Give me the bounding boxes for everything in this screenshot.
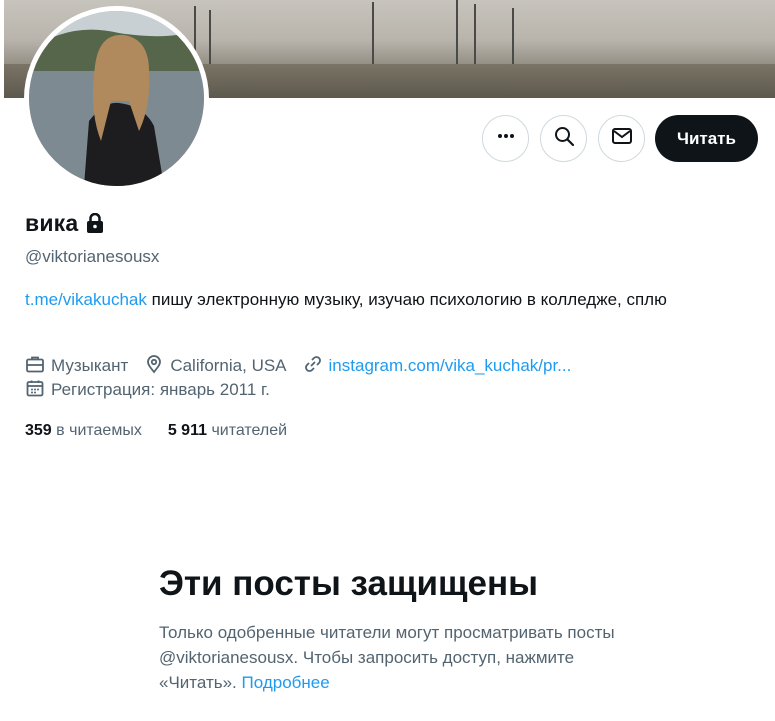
calendar-icon	[25, 378, 51, 403]
protected-text: Только одобренные читатели могут просмат…	[159, 620, 639, 695]
profile-name-row: вика	[25, 210, 104, 237]
protected-notice: Эти посты защищены Только одобренные чит…	[159, 562, 639, 695]
protected-title: Эти посты защищены	[159, 564, 539, 603]
followers-label: читателей	[211, 422, 288, 439]
more-horizontal-icon	[496, 126, 516, 151]
joined-text: Регистрация: январь 2011 г.	[51, 380, 270, 399]
location-text: California, USA	[170, 356, 287, 375]
lock-icon	[86, 213, 104, 234]
protected-description: Только одобренные читатели могут просмат…	[159, 623, 615, 692]
following-link[interactable]: 359 в читаемых	[25, 422, 142, 440]
envelope-icon	[611, 125, 633, 152]
joined-item: Регистрация: январь 2011 г.	[25, 378, 270, 403]
more-button[interactable]	[482, 115, 529, 162]
followers-link[interactable]: 5 911 читателей	[168, 422, 287, 440]
link-icon	[303, 354, 329, 379]
display-name: вика	[25, 210, 79, 236]
profile-meta: Музыкант California, USA instagram.com/v…	[25, 354, 587, 402]
message-button[interactable]	[598, 115, 645, 162]
website-item: instagram.com/vika_kuchak/pr...	[303, 354, 572, 379]
bio-text: пишу электронную музыку, изучаю психолог…	[146, 290, 667, 309]
follow-stats: 359 в читаемых 5 911 читателей	[25, 422, 313, 440]
profession-text: Музыкант	[51, 356, 129, 375]
briefcase-icon	[25, 354, 51, 379]
location-pin-icon	[144, 354, 170, 379]
profession-item: Музыкант	[25, 354, 128, 379]
search-icon	[553, 125, 575, 152]
website-link[interactable]: instagram.com/vika_kuchak/pr...	[329, 356, 572, 376]
following-count: 359	[25, 422, 52, 439]
follow-button[interactable]: Читать	[655, 115, 758, 162]
learn-more-link[interactable]: Подробнее	[242, 673, 330, 692]
bio-link[interactable]: t.me/vikakuchak	[25, 290, 147, 309]
following-label: в читаемых	[56, 422, 142, 439]
search-button[interactable]	[540, 115, 587, 162]
profile-bio: t.me/vikakuchak пишу электронную музыку,…	[25, 287, 755, 312]
followers-count: 5 911	[167, 422, 207, 439]
profile-handle: @viktorianesousx	[25, 247, 160, 266]
profile-avatar[interactable]	[24, 6, 209, 191]
profile-actions: Читать	[482, 115, 758, 162]
location-item: California, USA	[144, 354, 287, 379]
